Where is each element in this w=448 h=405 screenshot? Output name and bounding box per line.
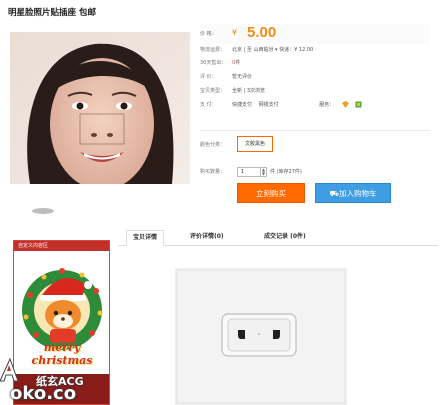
product-title: 明星脸照片贴插座 包邮 [8,8,96,18]
watermark-logo-icon [0,357,19,382]
watermark-bottom-text: oko.co [10,383,77,404]
add-to-cart-button[interactable]: ⛟加入购物车 [315,183,391,203]
buy-now-button[interactable]: 立刻购买 [237,183,305,203]
quantity-label: 购买数量： [200,169,226,175]
price-row: 价 格： ¥ 5.00 [200,24,430,44]
service-badge-icon [341,101,349,108]
shipping-label: 物流运费： [200,47,226,53]
price-value: 5.00 [247,24,277,41]
type-label: 宝贝类型： [200,88,226,94]
rating-label: 评 价： [200,74,217,80]
tab-transactions[interactable]: 成交记录 (0件) [258,230,312,246]
cart-button-label: 加入购物车 [338,189,377,198]
service-shield-icon [355,101,362,108]
price-label: 价 格： [200,31,217,37]
sidebar-header: 自定义内容区 [14,241,109,251]
color-label: 颜色分类： [200,142,226,148]
cart-icon: ⛟ [329,189,339,198]
face-image [10,32,190,184]
product-detail-image [175,268,347,405]
info-divider [200,130,430,131]
sales-unit: 件 [235,60,241,66]
payment-label: 支 付： [200,102,217,108]
payment-method-bank: 网银支付 [258,102,279,108]
sales-label: 30天售出： [200,60,227,66]
wall-socket-image [175,268,347,405]
detail-tabs: 宝贝详情 评价详情(0) 成交记录 (0件) [118,226,438,246]
tab-product-details[interactable]: 宝贝详情 [126,230,165,246]
price-currency: ¥ [232,28,238,37]
payment-method-quick: 快捷支付 [232,102,253,108]
quantity-stepper[interactable]: ▲ ▼ [261,167,267,177]
type-text: 全新 | 3次浏览 [232,88,266,94]
shipping-text[interactable]: 北京 | 至 山西临汾 ▾ 快递：¥ 12.00 [232,46,313,53]
service-label: 服务： [319,102,335,108]
color-option-black[interactable]: 文胶黑色 [237,136,273,152]
thumbnail-strip[interactable] [30,200,56,214]
product-photo[interactable] [10,32,190,184]
quantity-input[interactable]: 1 [237,167,261,177]
stock-text: 件 (库存27件) [270,169,302,175]
tab-reviews[interactable]: 评价详情(0) [184,230,230,246]
rating-text: 暂无评价 [232,74,253,80]
watermark: 纸玄ACG oko.co [0,355,110,405]
